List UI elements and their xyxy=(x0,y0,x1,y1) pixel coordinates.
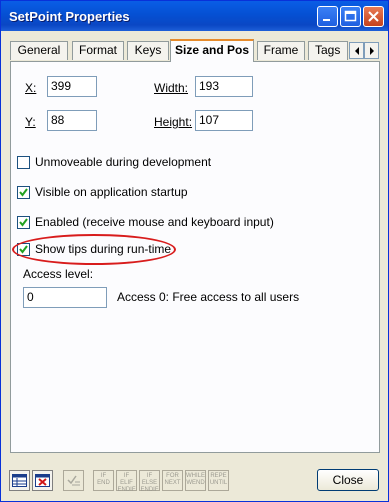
if-end-button[interactable]: IF END xyxy=(93,470,114,491)
height-label: Height: xyxy=(154,115,193,129)
check-list-button[interactable] xyxy=(63,470,84,491)
tab-frame[interactable]: Frame xyxy=(257,41,305,60)
window-title: SetPoint Properties xyxy=(9,9,130,24)
if-elif-line-2: ELIF xyxy=(120,480,133,486)
height-input[interactable]: 107 xyxy=(195,110,253,131)
y-input[interactable]: 88 xyxy=(47,110,97,131)
width-input[interactable]: 193 xyxy=(195,76,253,97)
unmoveable-label: Unmoveable during development xyxy=(35,155,212,169)
table-icon xyxy=(12,474,27,487)
if-else-endif-button[interactable]: IF ELSE ENDIF xyxy=(139,470,160,493)
if-elif-endif-button[interactable]: IF ELIF ENDIF xyxy=(116,470,137,493)
tab-strip: General Format Keys Size and Pos Frame T… xyxy=(10,39,380,62)
visible-checkbox[interactable] xyxy=(17,186,30,199)
check-list-icon xyxy=(67,475,80,486)
delete-table-icon xyxy=(35,474,50,487)
if-elif-line-3: ENDIF xyxy=(117,487,136,493)
table-button[interactable] xyxy=(9,470,30,491)
while-wend-line-2: WEND xyxy=(186,480,205,486)
title-bar[interactable]: SetPoint Properties xyxy=(1,1,388,31)
if-end-line-2: END xyxy=(97,480,110,486)
close-window-button[interactable] xyxy=(363,6,384,27)
checkmark-icon xyxy=(19,218,28,227)
tab-scroll-right-button[interactable] xyxy=(364,42,379,59)
access-level-input[interactable]: 0 xyxy=(23,287,107,308)
minimize-icon xyxy=(323,19,330,21)
for-next-line-1: FOR xyxy=(166,473,179,479)
while-wend-button[interactable]: WHILE WEND xyxy=(185,470,206,491)
if-else-line-2: ELSE xyxy=(141,480,158,486)
if-else-line-1: IF xyxy=(146,473,153,479)
enabled-checkbox[interactable] xyxy=(17,216,30,229)
tab-size-and-pos[interactable]: Size and Pos xyxy=(170,39,254,62)
setpoint-properties-dialog: SetPoint Properties General Format Keys … xyxy=(0,0,389,502)
y-label: Y: xyxy=(25,115,36,129)
repeat-until-button[interactable]: REPE UNTIL xyxy=(208,470,229,491)
x-label: X: xyxy=(25,81,37,95)
unmoveable-checkbox[interactable] xyxy=(17,156,30,169)
highlight-ellipse xyxy=(12,234,176,265)
tab-scroll-left-button[interactable] xyxy=(349,42,364,59)
x-input[interactable]: 399 xyxy=(47,76,97,97)
if-else-line-3: ENDIF xyxy=(140,487,159,493)
close-button[interactable]: Close xyxy=(317,469,379,491)
repeat-until-line-2: UNTIL xyxy=(209,480,228,486)
minimize-button[interactable] xyxy=(317,6,338,27)
if-end-line-1: IF xyxy=(100,473,107,479)
access-description: Access 0: Free access to all users xyxy=(117,290,300,304)
enabled-label: Enabled (receive mouse and keyboard inpu… xyxy=(35,215,274,229)
visible-label: Visible on application startup xyxy=(35,185,188,199)
while-wend-line-1: WHILE xyxy=(186,473,206,479)
width-label: Width: xyxy=(154,81,189,95)
for-next-line-2: NEXT xyxy=(164,480,181,486)
close-icon xyxy=(368,11,379,22)
if-elif-line-1: IF xyxy=(123,473,130,479)
tab-general[interactable]: General xyxy=(10,41,68,60)
arrow-left-icon xyxy=(355,47,359,55)
for-next-button[interactable]: FOR NEXT xyxy=(162,470,183,491)
tab-keys[interactable]: Keys xyxy=(127,41,169,60)
arrow-right-icon xyxy=(370,47,374,55)
tab-tags[interactable]: Tags xyxy=(308,41,348,60)
access-level-label: Access level: xyxy=(23,267,94,281)
maximize-icon xyxy=(344,10,357,22)
repeat-until-line-1: REPE xyxy=(210,473,227,479)
tab-format[interactable]: Format xyxy=(72,41,124,60)
checkmark-icon xyxy=(19,188,28,197)
maximize-button[interactable] xyxy=(340,6,361,27)
delete-table-button[interactable] xyxy=(32,470,53,491)
